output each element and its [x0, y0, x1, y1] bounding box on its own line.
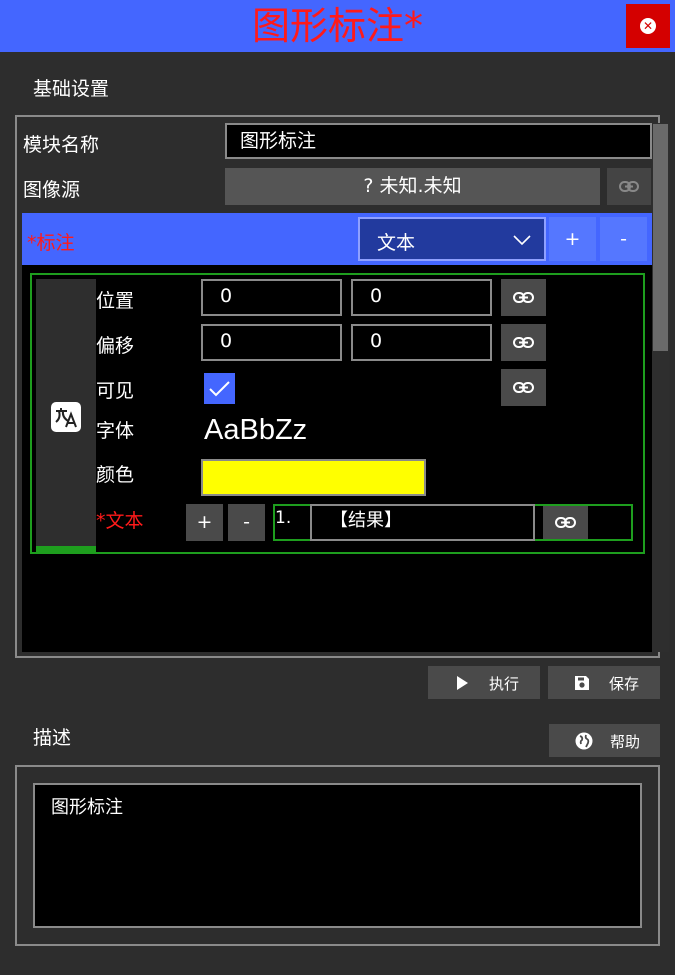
- save-button-label: 保存: [609, 675, 640, 693]
- offset-y-input[interactable]: 0: [351, 324, 492, 361]
- text-add-button[interactable]: +: [186, 504, 223, 541]
- font-preview[interactable]: AaBbZz: [204, 414, 307, 447]
- offset-link-button[interactable]: [501, 324, 546, 361]
- link-icon: [513, 382, 534, 393]
- save-icon: [575, 676, 589, 690]
- font-label: 字体: [96, 420, 135, 442]
- basic-settings-title: 基础设置: [33, 78, 110, 100]
- position-x-input[interactable]: 0: [201, 279, 342, 316]
- link-icon: [619, 181, 639, 192]
- annotation-add-button[interactable]: +: [549, 217, 596, 261]
- close-button[interactable]: ✕: [626, 4, 670, 48]
- text-entry-index: 1.: [275, 508, 292, 528]
- scrollbar-thumb[interactable]: [653, 124, 668, 351]
- position-label: 位置: [96, 290, 135, 312]
- visible-checkbox[interactable]: [204, 373, 235, 404]
- text-remove-button[interactable]: -: [228, 504, 265, 541]
- text-link-button[interactable]: [543, 506, 588, 539]
- help-button[interactable]: 帮助: [549, 724, 660, 757]
- text-label: *文本: [96, 510, 144, 532]
- annotation-item-handle-bar: [36, 546, 96, 552]
- globe-icon: [575, 732, 593, 750]
- position-y-input[interactable]: 0: [351, 279, 492, 316]
- description-textarea[interactable]: 图形标注: [33, 783, 642, 928]
- position-link-button[interactable]: [501, 279, 546, 316]
- translate-glyph: [55, 408, 77, 428]
- link-icon: [555, 517, 576, 528]
- module-name-input[interactable]: 图形标注: [225, 123, 652, 159]
- image-source-select[interactable]: ? 未知.未知: [225, 168, 600, 205]
- chevron-down-icon: [513, 235, 531, 246]
- description-text: 图形标注: [51, 797, 123, 818]
- offset-label: 偏移: [96, 335, 135, 357]
- visible-link-button[interactable]: [501, 369, 546, 406]
- run-button-label: 执行: [489, 675, 520, 693]
- link-icon: [513, 292, 534, 303]
- play-icon: [457, 676, 468, 690]
- check-icon: [209, 381, 230, 397]
- color-swatch[interactable]: [201, 459, 426, 496]
- image-source-link-button[interactable]: [607, 168, 651, 205]
- annotation-label: *标注: [27, 232, 75, 254]
- annotation-remove-button[interactable]: -: [600, 217, 647, 261]
- annotation-type-value: 文本: [377, 232, 416, 254]
- link-icon: [513, 337, 534, 348]
- save-button[interactable]: 保存: [548, 666, 660, 699]
- annotation-type-dropdown[interactable]: 文本: [358, 217, 546, 261]
- text-entry-input[interactable]: 【结果】: [310, 504, 535, 541]
- help-button-label: 帮助: [610, 733, 641, 751]
- run-button[interactable]: 执行: [428, 666, 540, 699]
- color-label: 颜色: [96, 464, 135, 486]
- window-title: 图形标注*: [251, 4, 423, 48]
- close-icon: ✕: [640, 18, 656, 34]
- module-name-label: 模块名称: [23, 134, 100, 156]
- offset-x-input[interactable]: 0: [201, 324, 342, 361]
- translate-icon[interactable]: [51, 402, 81, 432]
- image-source-label: 图像源: [23, 179, 81, 201]
- visible-label: 可见: [96, 380, 135, 402]
- description-title: 描述: [33, 727, 72, 749]
